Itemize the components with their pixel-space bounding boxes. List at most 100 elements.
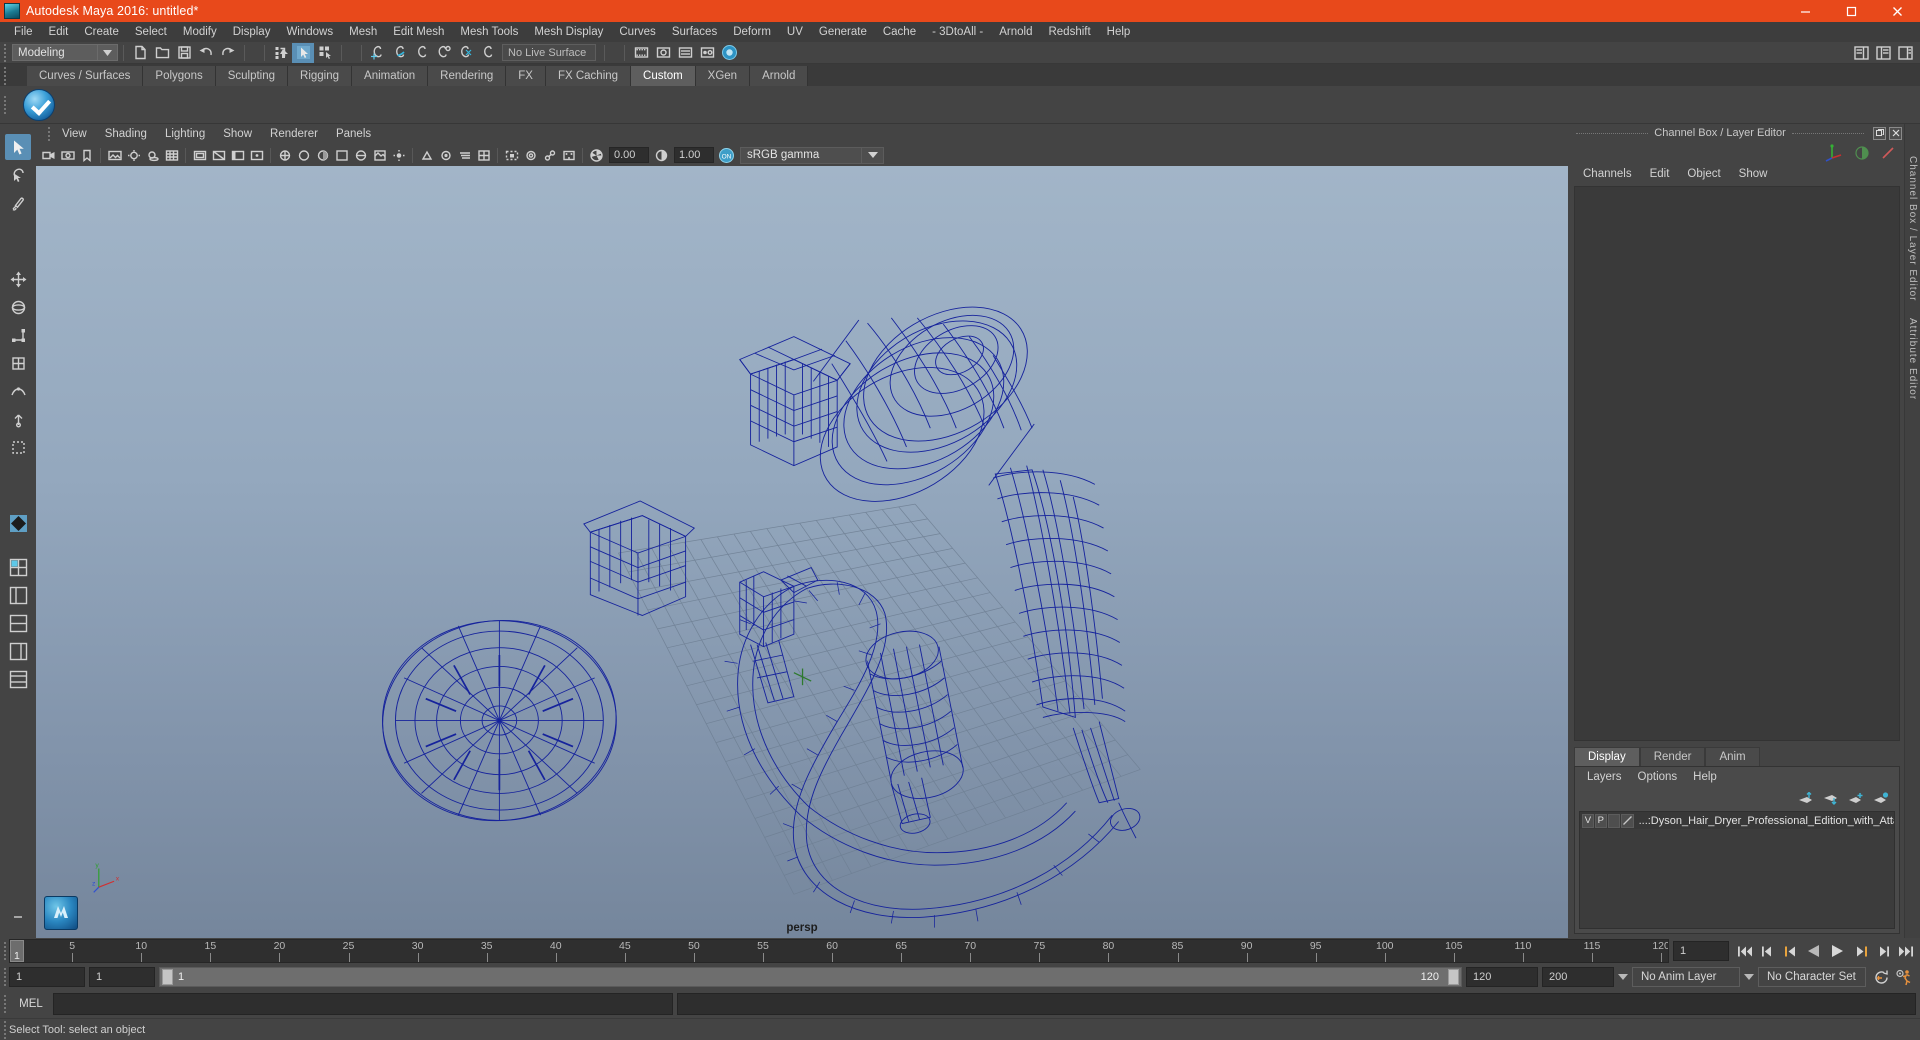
render-current-frame-icon[interactable] xyxy=(630,43,652,63)
step-back-key-icon[interactable] xyxy=(1781,941,1801,961)
select-by-component-icon[interactable] xyxy=(314,43,336,63)
two-sided-lighting-icon[interactable] xyxy=(124,146,143,165)
time-slider-grip[interactable] xyxy=(0,941,9,961)
workspace-mode-chevron-down-icon[interactable] xyxy=(98,44,118,61)
channel-menu-edit[interactable]: Edit xyxy=(1641,164,1679,184)
menu-item-help[interactable]: Help xyxy=(1099,22,1139,42)
camera-attributes-icon[interactable] xyxy=(58,146,77,165)
layer-visibility-toggle[interactable]: V xyxy=(1582,813,1594,828)
open-channel-box-icon[interactable] xyxy=(1894,43,1916,63)
custom-blue-check-icon[interactable] xyxy=(23,88,55,121)
select-by-hierarchy-icon[interactable] xyxy=(270,43,292,63)
go-to-end-icon[interactable] xyxy=(1896,941,1916,961)
close-button[interactable] xyxy=(1874,0,1920,22)
layer-tab-display[interactable]: Display xyxy=(1574,747,1640,766)
shelf-tab-rendering[interactable]: Rendering xyxy=(428,66,507,86)
command-line-grip[interactable] xyxy=(0,994,9,1014)
layout-single-perspective[interactable] xyxy=(5,510,31,536)
exposure-field[interactable]: 0.00 xyxy=(609,147,649,163)
range-slider-bar[interactable]: 1 120 xyxy=(159,967,1462,987)
open-tool-settings-icon[interactable] xyxy=(1872,43,1894,63)
channel-menu-object[interactable]: Object xyxy=(1678,164,1729,184)
layer-shading-toggle[interactable] xyxy=(1607,813,1620,828)
layer-playback-toggle[interactable]: P xyxy=(1594,813,1607,828)
step-forward-frame-icon[interactable] xyxy=(1873,941,1893,961)
viewport-menu-panels[interactable]: Panels xyxy=(327,124,380,144)
toolbar-grip[interactable] xyxy=(0,43,9,63)
menu-item-deform[interactable]: Deform xyxy=(725,22,779,42)
menu-item-3dtoall[interactable]: - 3DtoAll - xyxy=(924,22,991,42)
shelf-row-grip[interactable] xyxy=(0,95,9,115)
gate-mask-icon[interactable] xyxy=(228,146,247,165)
side-tab-attribute-editor[interactable]: Attribute Editor xyxy=(1907,314,1918,404)
range-end-handle[interactable] xyxy=(1448,969,1459,985)
step-back-frame-icon[interactable] xyxy=(1758,941,1778,961)
show-manipulator-tool[interactable] xyxy=(5,406,31,432)
isolate-select-icon[interactable] xyxy=(502,146,521,165)
shelf-tab-curves-surfaces[interactable]: Curves / Surfaces xyxy=(27,66,144,86)
menu-item-curves[interactable]: Curves xyxy=(611,22,663,42)
open-scene-icon[interactable] xyxy=(151,43,173,63)
character-set-select[interactable]: No Character Set xyxy=(1758,967,1866,987)
layer-menu-help[interactable]: Help xyxy=(1685,767,1725,787)
channel-box-attribute-list[interactable] xyxy=(1574,186,1900,741)
snap-to-curve-icon[interactable] xyxy=(389,43,411,63)
hypershade-icon[interactable] xyxy=(696,43,718,63)
play-backwards-icon[interactable] xyxy=(1804,941,1824,961)
universal-manipulator-tool[interactable] xyxy=(5,350,31,376)
layout-persp-graph[interactable] xyxy=(5,610,31,636)
step-forward-key-icon[interactable] xyxy=(1850,941,1870,961)
wireframe-on-shaded-icon[interactable] xyxy=(351,146,370,165)
playback-start-time-field[interactable]: 1 xyxy=(89,967,155,987)
channel-menu-show[interactable]: Show xyxy=(1730,164,1777,184)
perspective-viewport[interactable]: persp y x z xyxy=(36,166,1568,938)
menu-item-create[interactable]: Create xyxy=(76,22,127,42)
menu-item-uv[interactable]: UV xyxy=(779,22,811,42)
snap-to-point-icon[interactable] xyxy=(411,43,433,63)
layer-menu-layers[interactable]: Layers xyxy=(1579,767,1630,787)
menu-item-surfaces[interactable]: Surfaces xyxy=(664,22,725,42)
shadow-maps-icon[interactable] xyxy=(417,146,436,165)
range-start-handle[interactable] xyxy=(162,969,173,985)
playback-end-time-field[interactable]: 120 xyxy=(1466,967,1538,987)
soft-modification-tool[interactable] xyxy=(5,378,31,404)
status-bar-grip[interactable] xyxy=(0,1020,9,1040)
save-scene-icon[interactable] xyxy=(173,43,195,63)
grid-toggle-icon[interactable] xyxy=(162,146,181,165)
layer-color-swatch[interactable] xyxy=(1620,813,1634,828)
color-management-chevron-down-icon[interactable] xyxy=(862,146,884,164)
shelf-grip[interactable] xyxy=(0,66,9,86)
menu-item-file[interactable]: File xyxy=(6,22,41,42)
current-time-indicator[interactable]: 1 xyxy=(10,940,24,962)
xray-joints-icon[interactable] xyxy=(540,146,559,165)
select-camera-icon[interactable] xyxy=(39,146,58,165)
menu-item-modify[interactable]: Modify xyxy=(175,22,225,42)
layout-persp-render[interactable] xyxy=(5,666,31,692)
exposure-icon[interactable] xyxy=(587,146,606,165)
smooth-shade-selected-icon[interactable] xyxy=(313,146,332,165)
menu-item-generate[interactable]: Generate xyxy=(811,22,875,42)
texture-icon[interactable] xyxy=(370,146,389,165)
layout-outliner-persp[interactable] xyxy=(5,582,31,608)
xray-active-components-icon[interactable] xyxy=(559,146,578,165)
layer-row[interactable]: V P ...:Dyson_Hair_Dryer_Professional_Ed… xyxy=(1580,812,1894,829)
exposure-2d-pan-icon[interactable] xyxy=(247,146,266,165)
select-by-object-icon[interactable] xyxy=(292,42,314,63)
film-gate-icon[interactable] xyxy=(190,146,209,165)
layer-name[interactable]: ...:Dyson_Hair_Dryer_Professional_Editio… xyxy=(1639,815,1894,827)
move-layer-up-icon[interactable] xyxy=(1798,791,1814,805)
menu-item-edit[interactable]: Edit xyxy=(41,22,77,42)
new-scene-icon[interactable] xyxy=(129,43,151,63)
smooth-shade-all-icon[interactable] xyxy=(294,146,313,165)
menu-item-windows[interactable]: Windows xyxy=(278,22,341,42)
image-plane-icon[interactable] xyxy=(105,146,124,165)
ipr-render-icon[interactable] xyxy=(652,43,674,63)
render-settings-icon[interactable] xyxy=(674,43,696,63)
anim-layer-chevron-down-icon[interactable] xyxy=(1614,967,1632,987)
viewport-menu-show[interactable]: Show xyxy=(214,124,261,144)
color-management-select[interactable]: sRGB gamma xyxy=(740,146,862,164)
snap-to-grid-icon[interactable] xyxy=(367,43,389,63)
viewport-menu-renderer[interactable]: Renderer xyxy=(261,124,327,144)
undo-icon[interactable] xyxy=(195,43,217,63)
xray-icon[interactable] xyxy=(521,146,540,165)
